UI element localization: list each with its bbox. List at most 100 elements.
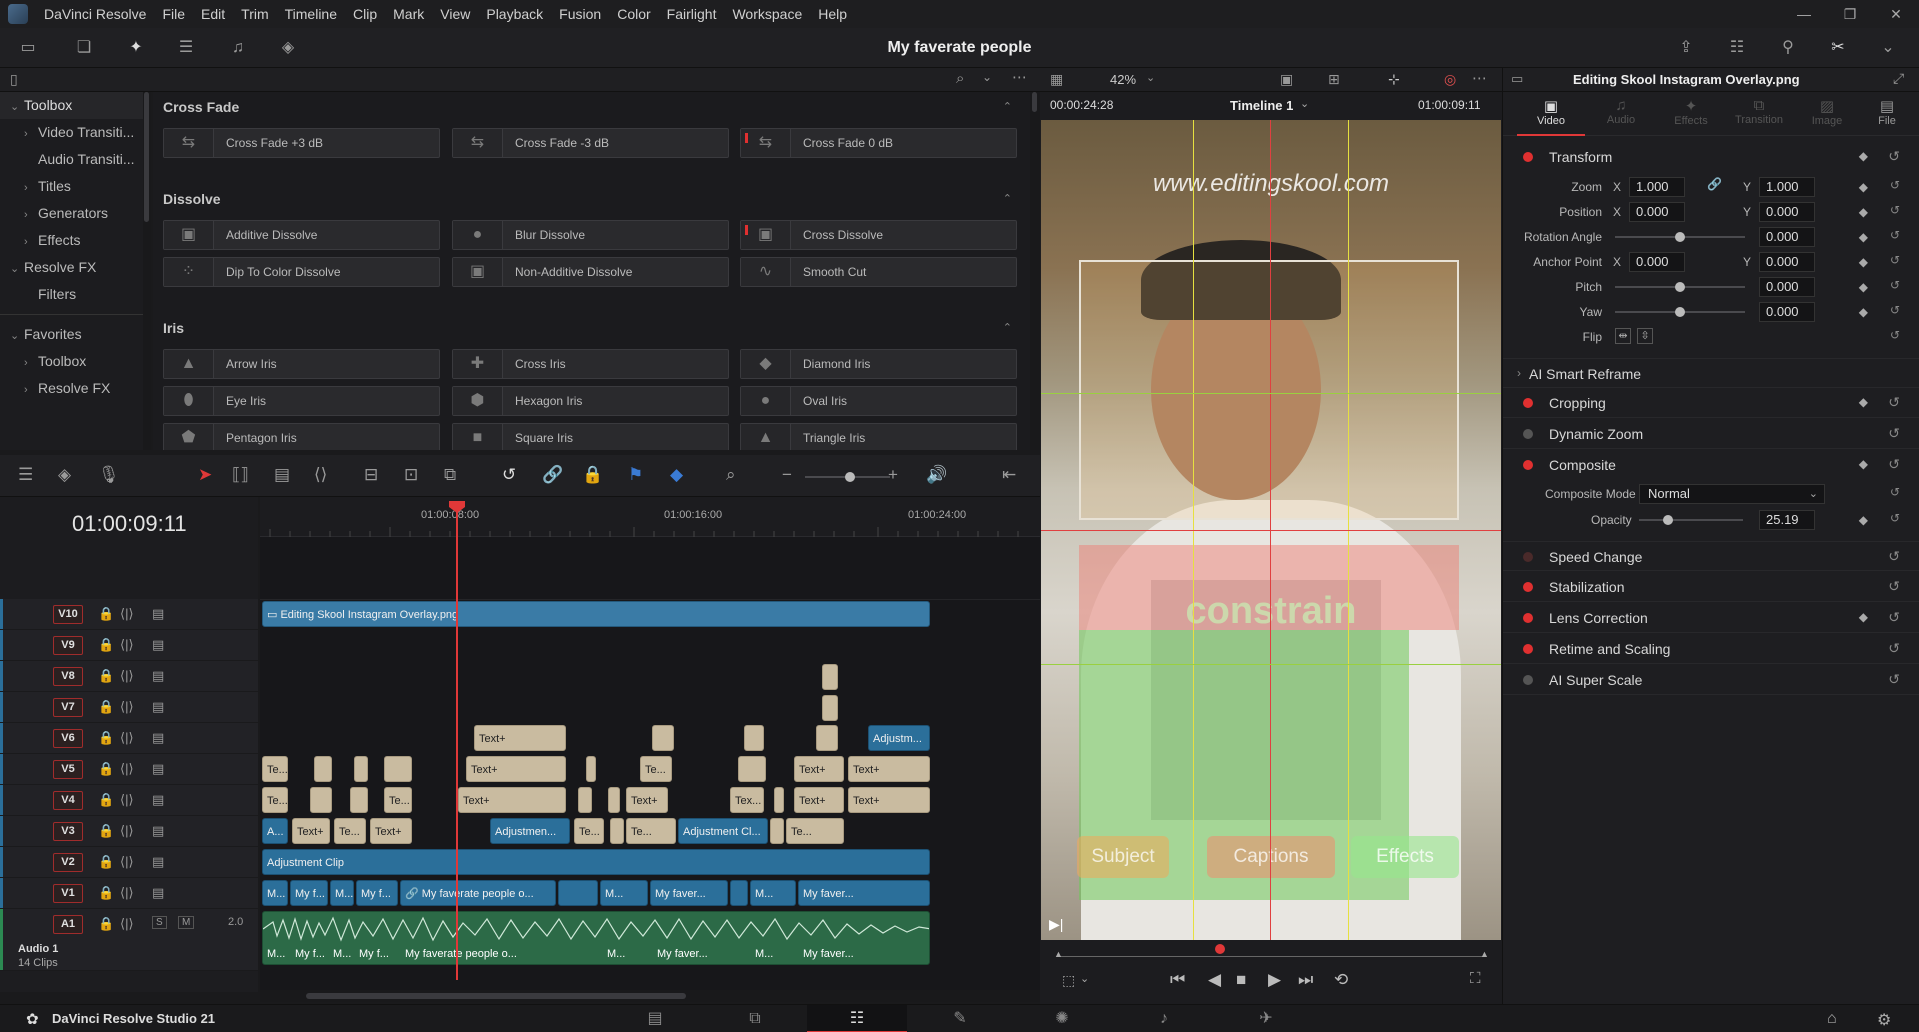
- zoom-in-icon[interactable]: +: [888, 465, 898, 485]
- auto-select-icon[interactable]: ⟨|⟩: [120, 885, 134, 901]
- clip-adjustment[interactable]: Adjustmen...: [490, 818, 570, 844]
- enable-toggle-icon[interactable]: [1523, 675, 1533, 685]
- viewer-scrubber[interactable]: ▲ ▲: [1040, 944, 1502, 964]
- flip-horizontal-icon[interactable]: ⇹: [1615, 328, 1631, 344]
- lock-icon[interactable]: 🔒: [98, 637, 114, 653]
- sidebar-toolbox[interactable]: ⌄ Toolbox: [0, 92, 143, 119]
- track-header-v8[interactable]: V8 🔒 ⟨|⟩ ▤: [0, 661, 258, 692]
- stop-icon[interactable]: ■: [1236, 970, 1246, 990]
- clip-text[interactable]: [314, 756, 332, 782]
- track-visibility-icon[interactable]: ▤: [152, 792, 164, 808]
- track-header-v9[interactable]: V9 🔒 ⟨|⟩ ▤: [0, 630, 258, 661]
- color-page-icon[interactable]: ✺: [1012, 1005, 1112, 1032]
- solo-button[interactable]: S: [152, 916, 167, 929]
- anchor-x-field[interactable]: 0.000: [1629, 252, 1685, 272]
- keyframe-icon[interactable]: ◆: [1859, 205, 1868, 219]
- clip-text[interactable]: [586, 756, 596, 782]
- marker-icon[interactable]: ◆: [670, 465, 683, 485]
- enable-toggle-icon[interactable]: [1523, 582, 1533, 592]
- clip-video[interactable]: [558, 880, 598, 906]
- clip-text[interactable]: [610, 818, 624, 844]
- auto-select-icon[interactable]: ⟨|⟩: [120, 854, 134, 870]
- sidebar-item-filters[interactable]: Filters: [0, 281, 143, 308]
- clip-text[interactable]: [774, 787, 784, 813]
- clip-text[interactable]: [608, 787, 620, 813]
- opacity-slider[interactable]: [1639, 515, 1743, 525]
- timeline-options-icon[interactable]: ☰: [18, 465, 33, 485]
- menu-fairlight[interactable]: Fairlight: [659, 6, 725, 22]
- pitch-slider[interactable]: [1615, 282, 1745, 292]
- clip-text[interactable]: [354, 756, 368, 782]
- reset-icon[interactable]: ↺: [1890, 303, 1900, 317]
- clip-text[interactable]: [816, 725, 838, 751]
- scrubber-playhead[interactable]: [1215, 944, 1225, 954]
- section-lens-correction[interactable]: Lens Correction ◆ ↺: [1503, 603, 1919, 633]
- playhead[interactable]: [456, 505, 458, 980]
- menu-trim[interactable]: Trim: [233, 6, 276, 22]
- enable-toggle-icon[interactable]: [1523, 152, 1533, 162]
- reset-icon[interactable]: ↺: [1888, 148, 1900, 165]
- reset-icon[interactable]: ↺: [1888, 640, 1900, 657]
- anchor-y-field[interactable]: 0.000: [1759, 252, 1815, 272]
- keyframe-icon[interactable]: ◆: [1859, 149, 1868, 163]
- clip-text-plus[interactable]: Text+: [794, 787, 844, 813]
- reset-icon[interactable]: ↺: [1888, 578, 1900, 595]
- transition-cross-fade-plus3[interactable]: ⇆ Cross Fade +3 dB: [163, 128, 440, 158]
- transition-non-additive[interactable]: ▣ Non-Additive Dissolve: [452, 257, 729, 287]
- clip-video[interactable]: M...: [750, 880, 796, 906]
- reset-icon[interactable]: ↺: [1888, 609, 1900, 626]
- section-retime-scaling[interactable]: Retime and Scaling ↺: [1503, 634, 1919, 664]
- collapse-icon[interactable]: ⌃: [1003, 321, 1012, 334]
- volume-icon[interactable]: 🔊: [926, 465, 947, 485]
- inspector-icon[interactable]: ✂: [1826, 36, 1850, 60]
- clip-audio[interactable]: M... My f... M... My f... My faverate pe…: [262, 911, 930, 965]
- fairlight-page-icon[interactable]: ♪: [1114, 1005, 1214, 1032]
- auto-select-icon[interactable]: ⟨|⟩: [120, 916, 134, 932]
- clip-video[interactable]: M...: [600, 880, 648, 906]
- enable-toggle-icon[interactable]: [1523, 644, 1533, 654]
- media-page-icon[interactable]: ▤: [605, 1005, 705, 1032]
- clip-video[interactable]: My faver...: [650, 880, 728, 906]
- track-label[interactable]: A1: [53, 915, 83, 934]
- safe-area-icon[interactable]: ▣: [1280, 71, 1293, 88]
- search-icon[interactable]: ⌕: [956, 70, 964, 87]
- inspector-toggle-icon[interactable]: ◈: [276, 36, 300, 60]
- fullscreen-icon[interactable]: ⛶: [1470, 970, 1481, 987]
- skip-back-icon[interactable]: ⏮: [1170, 970, 1185, 990]
- track-label[interactable]: V6: [53, 729, 83, 748]
- collapse-icon[interactable]: ⌃: [1003, 100, 1012, 113]
- clip-text-plus[interactable]: Text+: [458, 787, 566, 813]
- zoom-x-field[interactable]: 1.000: [1629, 177, 1685, 197]
- expand-icon[interactable]: ⌄: [1876, 36, 1900, 60]
- clip-text[interactable]: Te...: [640, 756, 672, 782]
- edit-index-icon[interactable]: ☰: [174, 36, 198, 60]
- insert-clip-icon[interactable]: ⊟: [364, 465, 378, 485]
- clip-video[interactable]: M...: [262, 880, 288, 906]
- transition-cross-fade-0[interactable]: ⇆ Cross Fade 0 dB: [740, 128, 1017, 158]
- track-visibility-icon[interactable]: ▤: [152, 854, 164, 870]
- track-label[interactable]: V4: [53, 791, 83, 810]
- menu-workspace[interactable]: Workspace: [724, 6, 810, 22]
- auto-select-icon[interactable]: ⟨|⟩: [120, 668, 134, 684]
- trim-tool-icon[interactable]: ⟦⟧: [232, 465, 249, 485]
- sidebar-fav-toolbox[interactable]: › Toolbox: [0, 348, 143, 375]
- settings-gear-icon[interactable]: ⚙: [1877, 1010, 1891, 1030]
- dynamic-trim-icon[interactable]: ⟨⟩: [314, 465, 327, 485]
- clip-text[interactable]: Te...: [384, 787, 412, 813]
- lock-icon[interactable]: 🔒: [98, 823, 114, 839]
- more-options-icon[interactable]: ⋯: [1012, 68, 1027, 86]
- transform-overlay-icon[interactable]: ⊹: [1388, 71, 1400, 88]
- reset-icon[interactable]: ↺: [1890, 203, 1900, 217]
- section-transform[interactable]: Transform ◆ ↺: [1503, 142, 1919, 172]
- section-stabilization[interactable]: Stabilization ↺: [1503, 572, 1919, 602]
- tab-file[interactable]: ▤ File: [1853, 92, 1919, 136]
- track-header-v10[interactable]: V10 🔒 ⟨|⟩ ▤: [0, 599, 258, 630]
- track-header-v2[interactable]: V2 🔒 ⟨|⟩ ▤: [0, 847, 258, 878]
- zoom-out-icon[interactable]: −: [782, 465, 792, 485]
- composite-mode-select[interactable]: Normal ⌄: [1639, 484, 1825, 504]
- transition-blur-dissolve[interactable]: ● Blur Dissolve: [452, 220, 729, 250]
- chevron-down-icon[interactable]: ⌄: [1146, 71, 1155, 84]
- reset-icon[interactable]: ↺: [1890, 178, 1900, 192]
- lock-icon[interactable]: 🔒: [98, 916, 114, 932]
- yaw-field[interactable]: 0.000: [1759, 302, 1815, 322]
